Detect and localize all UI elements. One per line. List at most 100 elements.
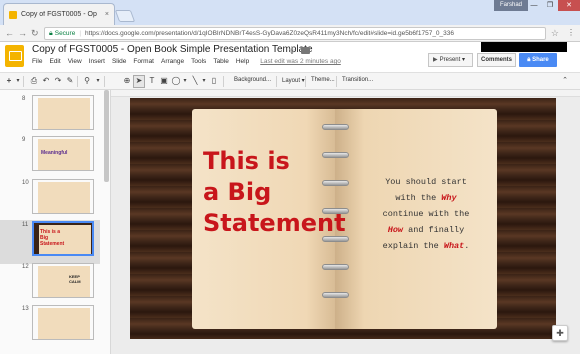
editing-toolbar: + ▾ ⎙ ↶ ↷ ✎ ⚲ ▾ ⊕ ➤ T ▣ ◯ ▾ ╲ ▾ ▯ Backgr…	[0, 72, 580, 90]
shape-dropdown-icon[interactable]: ▾	[180, 76, 190, 86]
toolbar-divider	[336, 76, 337, 87]
filmstrip-scrollbar[interactable]	[104, 90, 109, 182]
zoom-dropdown-icon[interactable]: ▾	[93, 76, 103, 86]
thumbnail-text: This is a Big Statement	[40, 229, 65, 247]
slides-favicon-icon	[9, 10, 17, 19]
body-fragment: explain the	[382, 241, 444, 251]
slide-thumbnail-13[interactable]	[32, 305, 94, 340]
reload-icon[interactable]: ↻	[31, 28, 39, 38]
document-title[interactable]: Copy of FGST0005 - Open Book Simple Pres…	[32, 44, 313, 55]
toolbar-divider	[77, 76, 78, 87]
share-button[interactable]: 🔒︎ Share	[519, 53, 557, 67]
redo-icon[interactable]: ↷	[53, 76, 63, 86]
undo-icon[interactable]: ↶	[41, 76, 51, 86]
collapse-toolbar-icon[interactable]: ⌃	[560, 76, 570, 86]
thumbnail-page	[38, 98, 90, 129]
star-icon[interactable]: ☆	[288, 45, 296, 56]
menu-edit[interactable]: Edit	[49, 58, 60, 65]
slide-canvas-area: This is a Big Statement You should start…	[111, 90, 580, 354]
background-button[interactable]: Background...	[234, 77, 271, 83]
thumbnail-text: Meaningful	[41, 150, 68, 156]
present-button[interactable]: ▶ Present ▾	[428, 53, 473, 67]
close-window-button[interactable]: ✕	[558, 0, 580, 11]
folder-icon[interactable]	[301, 47, 310, 54]
toolbar-divider	[305, 76, 306, 87]
line-dropdown-icon[interactable]: ▾	[199, 76, 209, 86]
body-line: explain the What.	[362, 238, 490, 254]
profile-name[interactable]: Farshad	[494, 0, 529, 11]
comments-button[interactable]: Comments	[477, 53, 516, 67]
binder-ring	[322, 292, 349, 298]
body-line: with the Why	[362, 190, 490, 206]
cursor-icon: ➤	[135, 76, 143, 85]
toolbar-divider	[223, 76, 224, 87]
layout-label: Layout	[282, 78, 301, 84]
last-edit-link[interactable]: Last edit was 2 minutes ago	[260, 58, 341, 65]
slide-thumbnail-8[interactable]	[32, 95, 94, 130]
slide-filmstrip: 8 9 Meaningful 10 11 This is a Big State…	[0, 90, 111, 354]
bookmark-star-icon[interactable]: ☆	[551, 28, 559, 38]
menu-table[interactable]: Table	[213, 58, 229, 65]
zoom-icon[interactable]: ⚲	[82, 76, 92, 86]
window-controls: — ❐ ✕	[526, 0, 580, 11]
current-slide[interactable]: This is a Big Statement You should start…	[130, 98, 556, 339]
slide-thumbnail-12[interactable]: KEEP CALM	[32, 263, 94, 298]
body-line: You should start	[385, 177, 467, 187]
menu-arrange[interactable]: Arrange	[161, 58, 184, 65]
address-bar-row: ← → ↻ 🔒︎ Secure | https://docs.google.co…	[0, 25, 580, 42]
body-fragment: with the	[395, 193, 442, 203]
text-box-icon[interactable]: T	[147, 76, 157, 86]
slide-number: 9	[22, 137, 26, 143]
slide-thumbnail-9[interactable]: Meaningful	[32, 136, 94, 171]
slide-heading[interactable]: This is a Big Statement	[203, 146, 346, 239]
explore-icon[interactable]: ✚	[552, 325, 568, 341]
paint-format-icon[interactable]: ✎	[65, 76, 75, 86]
secure-label: Secure	[54, 30, 76, 37]
back-arrow-icon[interactable]: ←	[5, 28, 14, 38]
menu-view[interactable]: View	[68, 58, 82, 65]
app-header: Copy of FGST0005 - Open Book Simple Pres…	[0, 42, 580, 72]
layout-button[interactable]: Layout ▾	[282, 77, 305, 84]
new-tab-button[interactable]	[114, 10, 136, 22]
slide-number: 13	[22, 306, 29, 312]
share-label: Share	[532, 57, 549, 63]
body-fragment: .	[464, 241, 470, 251]
menu-slide[interactable]: Slide	[112, 58, 126, 65]
thumbnail-page	[38, 308, 90, 339]
toolbar-divider	[23, 76, 24, 87]
present-label: Present	[439, 57, 461, 63]
tab-close-icon[interactable]: ×	[105, 11, 109, 18]
url-input[interactable]: 🔒︎ Secure | https://docs.google.com/pres…	[44, 27, 546, 40]
browser-tab[interactable]: Copy of FGST0005 - Op ×	[3, 3, 115, 25]
body-line: continue with the	[382, 209, 470, 219]
image-icon[interactable]: ▣	[159, 76, 169, 86]
url-text: https://docs.google.com/presentation/d/1…	[85, 30, 455, 37]
tab-title: Copy of FGST0005 - Op	[21, 11, 97, 18]
slide-number: 11	[22, 222, 29, 228]
minimize-button[interactable]: —	[526, 0, 542, 11]
slides-logo-icon[interactable]	[5, 45, 24, 67]
binder-ring	[322, 124, 349, 130]
slide-thumbnail-11[interactable]: This is a Big Statement	[32, 221, 94, 256]
slide-thumbnail-10[interactable]	[32, 179, 94, 214]
play-icon: ▶	[433, 57, 438, 63]
print-icon[interactable]: ⎙	[29, 76, 39, 86]
menu-tools[interactable]: Tools	[191, 58, 206, 65]
comment-add-icon[interactable]: ▯	[209, 76, 219, 86]
slide-body-text[interactable]: You should start with the Why continue w…	[362, 174, 490, 254]
new-slide-dropdown-icon[interactable]: ▾	[13, 76, 23, 86]
menu-format[interactable]: Format	[133, 58, 154, 65]
slide-number: 12	[22, 264, 29, 270]
zoom-in-icon[interactable]: ⊕	[122, 76, 132, 86]
menu-file[interactable]: File	[32, 58, 42, 65]
browser-menu-icon[interactable]: ⋮	[567, 28, 575, 38]
forward-arrow-icon[interactable]: →	[18, 28, 27, 38]
transition-button[interactable]: Transition...	[342, 77, 373, 83]
menu-insert[interactable]: Insert	[89, 58, 105, 65]
body-fragment: and finally	[403, 225, 465, 235]
toolbar-divider	[276, 76, 277, 87]
theme-button[interactable]: Theme...	[311, 77, 335, 83]
menu-help[interactable]: Help	[236, 58, 249, 65]
maximize-button[interactable]: ❐	[542, 0, 558, 11]
highlight-word: Why	[441, 193, 457, 203]
